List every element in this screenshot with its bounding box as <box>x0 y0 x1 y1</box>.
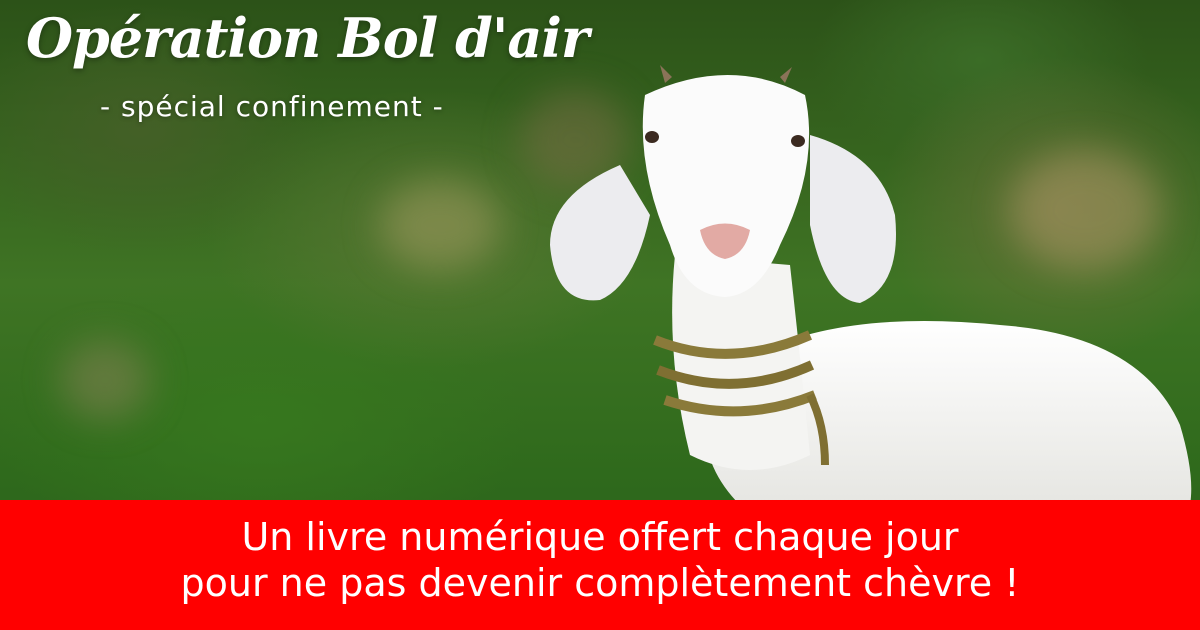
page-title: Opération Bol d'air <box>26 6 589 70</box>
background-bokeh <box>380 180 500 270</box>
background-bokeh <box>60 340 150 420</box>
page-subtitle: - spécial confinement - <box>100 90 444 123</box>
footer-line-2: pour ne pas devenir complètement chèvre … <box>180 561 1020 605</box>
footer-line-1: Un livre numérique offert chaque jour <box>241 515 959 559</box>
goat-image <box>550 65 1192 505</box>
promo-banner: Opération Bol d'air - spécial confinemen… <box>0 0 1200 630</box>
footer-banner: Un livre numérique offert chaque jour po… <box>0 500 1200 630</box>
